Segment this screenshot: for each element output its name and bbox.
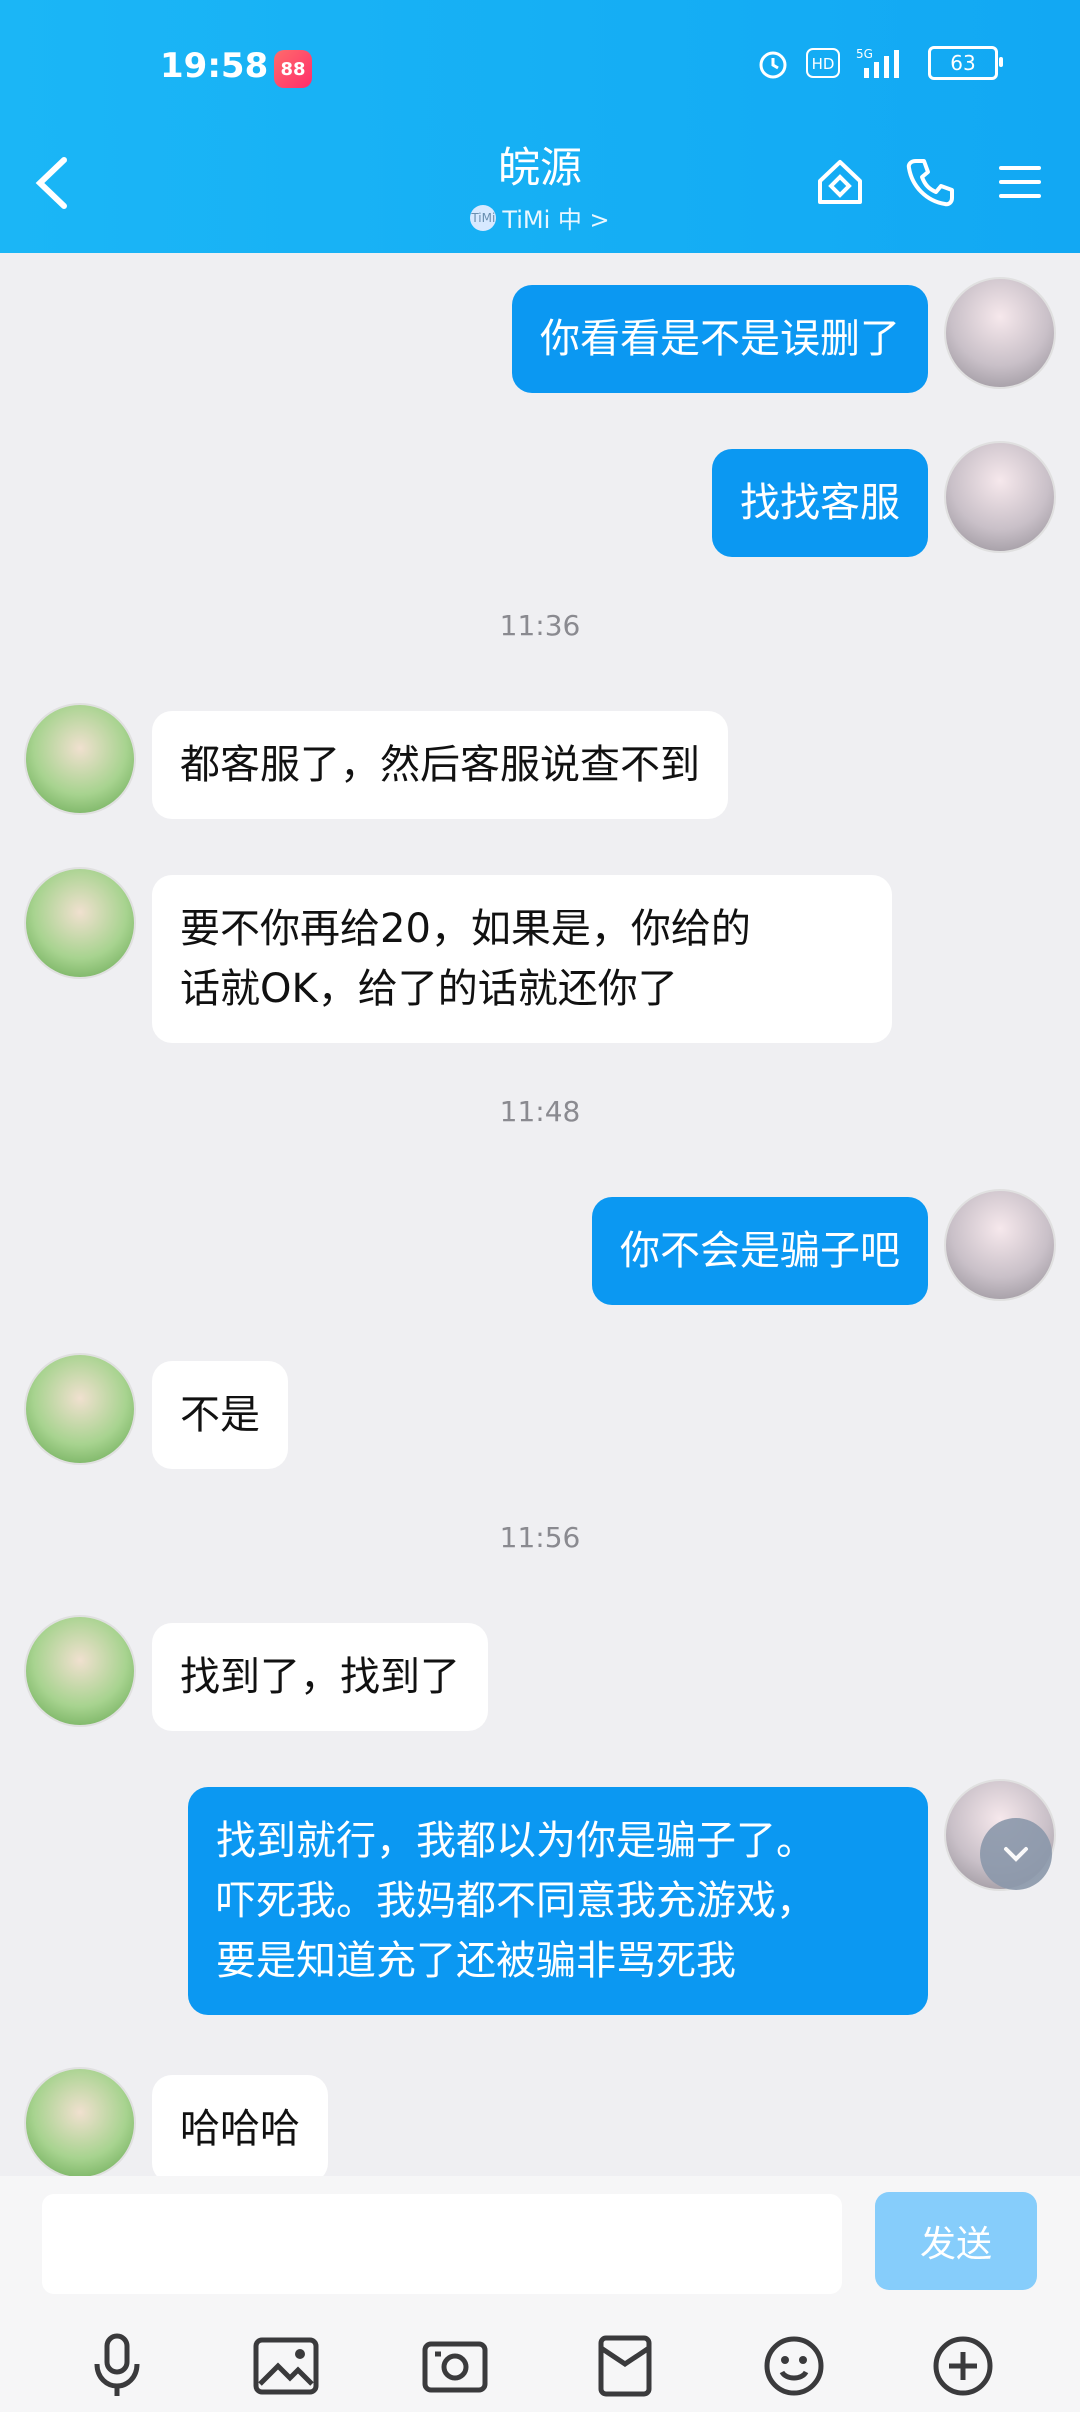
svg-text:5G: 5G [856, 47, 873, 61]
image-icon[interactable] [246, 2326, 326, 2406]
signal-icon: 5G [856, 46, 912, 80]
my-avatar[interactable] [944, 277, 1056, 389]
contact-avatar[interactable] [24, 1615, 136, 1727]
menu-icon[interactable] [990, 152, 1050, 212]
message-bubble-outgoing[interactable]: 你不会是骗子吧 [592, 1197, 928, 1305]
message-bubble-incoming[interactable]: 不是 [152, 1361, 288, 1469]
home-icon[interactable] [810, 152, 870, 212]
message-bubble-outgoing[interactable]: 你看看是不是误删了 [512, 285, 928, 393]
chevron-down-icon [1004, 1847, 1028, 1862]
add-icon[interactable] [923, 2326, 1003, 2406]
camera-icon[interactable] [415, 2326, 495, 2406]
header-actions [810, 152, 1050, 212]
scroll-to-bottom-button[interactable] [980, 1818, 1052, 1890]
message-bubble-incoming[interactable]: 找到了，找到了 [152, 1623, 488, 1731]
contact-avatar[interactable] [24, 867, 136, 979]
send-button[interactable]: 发送 [875, 2192, 1037, 2290]
message-input[interactable] [42, 2194, 842, 2294]
red-envelope-icon[interactable] [585, 2326, 665, 2406]
chat-subtitle: TiMi TiMi 中 > [470, 200, 610, 235]
status-time: 19:58 [160, 46, 269, 86]
svg-text:HD: HD [812, 55, 835, 73]
message-bubble-incoming[interactable]: 哈哈哈 [152, 2075, 328, 2176]
message-bubble-outgoing[interactable]: 找到就行，我都以为你是骗子了。 吓死我。我妈都不同意我充游戏， 要是知道充了还被… [188, 1787, 928, 2015]
input-bar: 发送 [0, 2176, 1080, 2412]
status-indicators: HD 5G 63 [756, 46, 1003, 80]
timestamp: 11:36 [499, 609, 581, 642]
contact-avatar[interactable] [24, 703, 136, 815]
message-bubble-outgoing[interactable]: 找找客服 [712, 449, 928, 557]
battery-icon: 63 [928, 46, 1003, 80]
message-bubble-incoming[interactable]: 都客服了，然后客服说查不到 [152, 711, 728, 819]
timestamp: 11:56 [499, 1521, 581, 1554]
message-bubble-incoming[interactable]: 要不你再给20，如果是，你给的 话就OK，给了的话就还你了 [152, 875, 892, 1043]
chat-subtitle-text: TiMi 中 > [502, 206, 610, 234]
timestamp: 11:48 [499, 1095, 581, 1128]
alarm-icon [756, 46, 790, 80]
contact-avatar[interactable] [24, 2067, 136, 2176]
phone-icon[interactable] [900, 152, 960, 212]
my-avatar[interactable] [944, 441, 1056, 553]
app-notification-icon: 88 [274, 50, 312, 88]
message-list[interactable]: 你看看是不是误删了 找找客服 11:36 都客服了，然后客服说查不到 要不你再给… [0, 253, 1080, 2176]
chat-header: 19:58 88 HD 5G 63 皖源 TiMi TiMi 中 > [0, 0, 1080, 253]
toolbar [0, 2326, 1080, 2406]
microphone-icon[interactable] [77, 2326, 157, 2406]
hd-icon: HD [806, 48, 840, 78]
timi-status-icon: TiMi [470, 204, 497, 231]
emoji-icon[interactable] [754, 2326, 834, 2406]
my-avatar[interactable] [944, 1189, 1056, 1301]
contact-avatar[interactable] [24, 1353, 136, 1465]
